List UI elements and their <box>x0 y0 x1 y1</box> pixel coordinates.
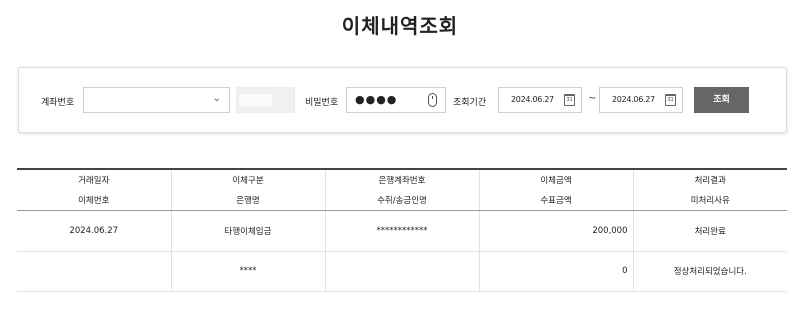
table-header-row: 이체번호 은행명 수취/송금인명 수표금액 미처리사유 <box>17 190 787 211</box>
calendar-icon-day: 31 <box>667 97 674 103</box>
cell-bank: **** <box>171 251 326 292</box>
date-from-field[interactable]: 2024.06.27 31 <box>498 87 582 113</box>
cell-account: ************ <box>325 210 480 252</box>
calendar-icon-day: 31 <box>566 97 573 103</box>
header-cell: 수취/송금인명 <box>325 190 480 211</box>
cell-transfer-type: 타행이체입금 <box>171 210 326 252</box>
header-cell: 은행계좌번호 <box>325 170 480 190</box>
date-to-field[interactable]: 2024.06.27 31 <box>599 87 683 113</box>
password-field[interactable]: ●●●● <box>346 87 446 113</box>
header-cell: 이체구분 <box>171 170 326 190</box>
period-label: 조회기간 <box>453 98 487 108</box>
transfer-table: 거래일자 이체구분 은행계좌번호 이체금액 처리결과 이체번호 은행명 수취/송… <box>17 168 787 292</box>
account-select[interactable]: ⌄ <box>83 87 230 113</box>
table-header-row: 거래일자 이체구분 은행계좌번호 이체금액 처리결과 <box>17 170 787 190</box>
account-sub-field-inner <box>239 94 272 107</box>
account-sub-field <box>236 87 295 113</box>
header-cell: 미처리사유 <box>633 190 787 211</box>
cell-date: 2024.06.27 <box>17 210 172 252</box>
header-cell: 이체금액 <box>479 170 634 190</box>
search-panel: 계좌번호 ⌄ 비밀번호 ●●●● 조회기간 2024.06.27 31 ~ 20… <box>18 67 787 133</box>
table-row: 2024.06.27 타행이체입금 ************ 200,000 처… <box>17 210 787 252</box>
header-cell: 은행명 <box>171 190 326 211</box>
date-from-value: 2024.06.27 <box>511 95 554 104</box>
password-masked-value: ●●●● <box>355 93 398 106</box>
date-to-value: 2024.06.27 <box>612 95 655 104</box>
chevron-down-icon: ⌄ <box>212 93 221 104</box>
header-cell: 이체번호 <box>17 190 172 211</box>
header-cell: 거래일자 <box>17 170 172 190</box>
page-title: 이체내역조회 <box>341 14 459 38</box>
table-row: **** 0 정상처리되었습니다. <box>17 251 787 292</box>
calendar-icon[interactable]: 31 <box>665 94 676 106</box>
cell-result: 처리완료 <box>633 210 787 252</box>
range-separator: ~ <box>588 93 597 104</box>
calendar-icon[interactable]: 31 <box>564 94 575 106</box>
password-label: 비밀번호 <box>305 98 339 108</box>
cell-check-amount: 0 <box>479 251 634 292</box>
header-cell: 처리결과 <box>694 176 726 186</box>
cell-amount: 200,000 <box>479 210 634 252</box>
cell-transfer-no <box>17 251 172 292</box>
header-cell: 수표금액 <box>479 190 634 211</box>
account-label: 계좌번호 <box>41 98 75 108</box>
cell-reason: 정상처리되었습니다. <box>633 251 787 292</box>
cell-name <box>325 251 480 292</box>
search-button[interactable]: 조회 <box>694 87 749 113</box>
mouse-icon[interactable] <box>428 93 437 107</box>
